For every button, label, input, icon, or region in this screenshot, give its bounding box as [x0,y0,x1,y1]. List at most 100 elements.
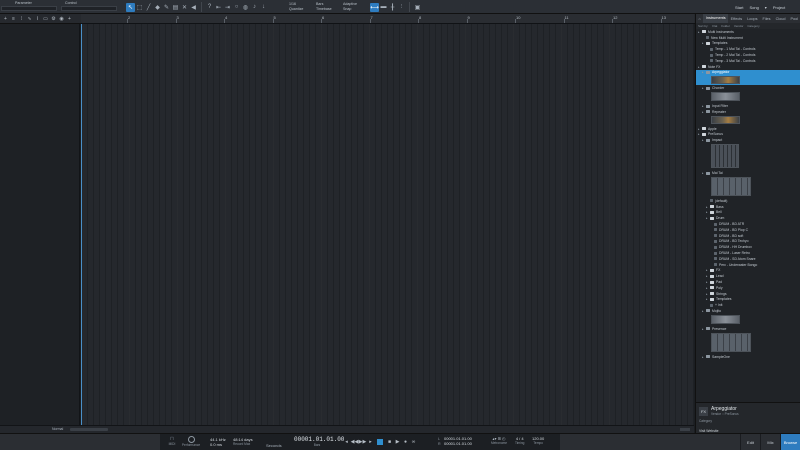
expand-caret-icon[interactable]: ▸ [698,30,701,34]
mute-tool-icon[interactable]: ✕ [180,3,189,12]
selected-thumb-row[interactable] [696,75,800,86]
expand-caret-icon[interactable]: ▸ [702,327,705,331]
visit-website-link[interactable]: Visit Website [699,429,718,433]
expand-caret-icon[interactable]: ▸ [702,138,705,142]
timeline-ruler[interactable]: 2 3 4 5 6 7 8 9 10 11 12 13 [81,14,694,24]
expand-caret-icon[interactable]: ▸ [702,86,705,90]
track-list[interactable] [0,24,80,430]
timestretch-icon[interactable]: ⇥ [223,3,232,12]
expand-caret-icon[interactable]: ▸ [702,110,705,114]
browser-tab-loops[interactable]: Loops [745,17,760,21]
expand-caret-icon[interactable]: ▸ [706,210,709,214]
view-mode[interactable]: Normal [52,427,63,431]
goto-end-icon[interactable]: ▸ [367,438,374,445]
cursor-follow-icon[interactable]: ╂ [388,3,397,12]
expand-caret-icon[interactable]: ▸ [706,292,709,296]
browser-tab-cloud[interactable]: Cloud [773,17,788,21]
expand-caret-icon[interactable]: ▸ [698,127,701,131]
expand-caret-icon[interactable]: ▸ [702,70,705,74]
zoom-slider[interactable] [680,428,690,431]
browser-item[interactable]: ▸ Mojito [696,308,800,314]
browser-item[interactable]: ▸ Mai Tai [696,170,800,176]
fast-forward-icon[interactable]: ▶▶ [359,438,367,445]
playhead[interactable] [81,24,82,430]
autoscroll-icon[interactable]: ▬ [379,3,388,12]
mix-button[interactable]: Mix [760,434,780,450]
sort-option[interactable]: Vendor [732,24,746,28]
bounce-icon[interactable]: ◍ [241,3,250,12]
rewind-icon[interactable]: ◀◀ [351,438,359,445]
time-display[interactable]: 00001.01.01.00 Bars [294,436,344,447]
loop-range[interactable]: L 00001.01.01.00 R 00001.01.01.00 [438,436,472,446]
expand-caret-icon[interactable]: ▸ [702,355,705,359]
stop-icon[interactable]: ■ [386,438,393,445]
split-tool-icon[interactable]: ╱ [144,3,153,12]
timing[interactable]: 4 / 4 Timing [515,436,524,445]
curve-icon[interactable]: ⌇ [34,16,41,23]
browse-button[interactable]: Browse [780,434,800,450]
loop-icon[interactable]: ⇤ [214,3,223,12]
snap-toggle-icon[interactable]: ⟷ [370,2,379,12]
track-list-icon[interactable]: ≡ [10,16,17,23]
expand-caret-icon[interactable]: ▸ [706,286,709,290]
project-button[interactable]: Project [770,5,788,10]
listen-tool-icon[interactable]: ◀ [189,3,198,12]
add-icon[interactable]: + [66,16,73,23]
expand-caret-icon[interactable]: ▸ [702,171,705,175]
save-icon[interactable]: ▣ [413,3,422,12]
song-arrow-icon[interactable]: ▾ [762,5,770,10]
home-icon[interactable]: ⌂ [696,17,703,21]
expand-caret-icon[interactable]: ▸ [702,104,705,108]
zoom-icon[interactable]: ○ [232,3,241,12]
sort-option[interactable]: Category [745,24,761,28]
folder-icon[interactable]: ▭ [42,16,49,23]
quantize-field[interactable]: 1/16 Quantize [289,2,303,11]
browser-item[interactable]: ▸ Impact [696,137,800,143]
gear-icon[interactable]: ⚙ [50,16,57,23]
control-field[interactable] [61,5,117,11]
bend-tool-icon[interactable]: ▤ [171,3,180,12]
return-to-zero-icon[interactable]: ◂ [343,438,350,445]
timebase-field[interactable]: Bars Timebase [316,2,332,11]
record-icon[interactable]: ◉ [58,16,65,23]
expand-caret-icon[interactable]: ▸ [706,274,709,278]
snap-field[interactable]: Adaptive Snap [343,2,357,11]
arrange-view[interactable] [81,24,694,430]
expand-caret-icon[interactable]: ▸ [706,268,709,272]
play-icon[interactable]: ▶ [394,438,401,445]
add-track-icon[interactable]: + [2,16,9,23]
arrow-down-icon[interactable]: ↓ [259,3,268,12]
parameter-field[interactable] [1,5,57,11]
expand-caret-icon[interactable]: ▸ [702,41,705,45]
browser-item[interactable]: ▸ SampleOne [696,354,800,360]
paint-tool-icon[interactable]: ✎ [162,3,171,12]
tempo[interactable]: 120.00 Tempo [532,436,544,445]
record-button-icon[interactable]: ● [402,438,409,445]
insert-icon[interactable]: ⁞ [18,16,25,23]
browser-item[interactable]: ▸ Chorder [696,85,800,91]
start-button[interactable]: Start [732,5,746,10]
microphone-icon[interactable]: ♪ [250,3,259,12]
sort-option[interactable]: Flat [710,24,719,28]
grid-icon[interactable]: ⫶ [397,3,406,12]
browser-tab-pool[interactable]: Pool [788,17,800,21]
browser-tab-instruments[interactable]: Instruments [703,14,729,23]
sort-option[interactable]: Folder [719,24,732,28]
eraser-tool-icon[interactable]: ◆ [153,3,162,12]
loop-toggle-icon[interactable]: ∞ [410,438,417,445]
automation-icon[interactable]: ∿ [26,16,33,23]
expand-caret-icon[interactable]: ▸ [698,132,701,136]
browser-item[interactable]: ▸ Presence [696,326,800,332]
performance-meter[interactable]: Performance [179,436,203,447]
edit-button[interactable]: Edit [740,434,760,450]
browser-item[interactable]: ▸ Repeater [696,109,800,115]
browser-tab-effects[interactable]: Effects [728,17,745,21]
expand-caret-icon[interactable]: ▸ [706,280,709,284]
range-tool-icon[interactable]: ⬚ [135,3,144,12]
expand-caret-icon[interactable]: ▸ [706,205,709,209]
browser-tab-files[interactable]: Files [760,17,773,21]
expand-caret-icon[interactable]: ▸ [702,309,705,313]
expand-caret-icon[interactable]: ▸ [706,297,709,301]
metronome[interactable]: ▴▾ ⊞ ◴ Metronome [487,436,511,445]
loop-button-icon[interactable] [375,438,385,445]
